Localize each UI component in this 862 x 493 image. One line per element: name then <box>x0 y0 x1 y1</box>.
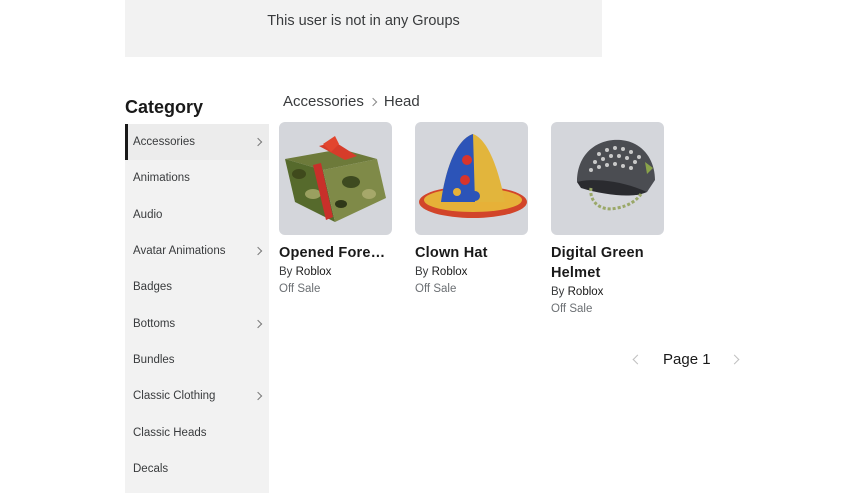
chevron-right-icon <box>368 97 378 106</box>
category-item-bottoms[interactable]: Bottoms <box>125 305 269 341</box>
item-thumbnail[interactable] <box>279 122 392 235</box>
item-name[interactable]: Clown Hat <box>415 243 528 263</box>
camo-gift-icon <box>285 136 386 222</box>
page-label: Page 1 <box>663 350 711 368</box>
category-item-label: Bundles <box>133 353 175 366</box>
category-item-classic-heads[interactable]: Classic Heads <box>125 414 269 450</box>
creator-prefix: By <box>415 266 429 278</box>
category-item-badges[interactable]: Badges <box>125 269 269 305</box>
chevron-left-icon[interactable] <box>632 354 643 364</box>
chevron-right-icon <box>253 319 263 328</box>
item-name[interactable]: Digital Green Helmet <box>551 243 664 283</box>
category-item-label: Accessories <box>133 136 195 149</box>
item-creator: By Roblox <box>551 284 664 301</box>
pagination: Page 1 <box>626 348 746 370</box>
chevron-right-icon[interactable] <box>729 354 739 364</box>
category-title: Category <box>125 97 204 117</box>
chevron-right-icon <box>253 137 263 147</box>
item-creator: By Roblox <box>279 264 392 281</box>
item-thumbnail[interactable] <box>551 122 664 235</box>
category-item-label: Badges <box>133 281 173 294</box>
category-item-label: Classic Heads <box>133 426 207 439</box>
creator-prefix: By <box>551 286 565 298</box>
category-item-avatar-animations[interactable]: Avatar Animations <box>125 233 269 269</box>
item-card[interactable]: Clown Hat By Roblox Off Sale <box>415 122 528 298</box>
category-list: Accessories Animations Audio Avatar Anim… <box>125 124 269 493</box>
category-item-label: Bottoms <box>133 317 176 330</box>
item-card[interactable]: Opened Forest Cam... By Roblox Off Sale <box>279 122 392 298</box>
item-card[interactable]: Digital Green Helmet By Roblox Off Sale <box>551 122 664 318</box>
category-item-bundles[interactable]: Bundles <box>125 342 269 378</box>
chevron-right-icon <box>253 246 263 256</box>
groups-empty-message: This user is not in any Groups <box>267 12 460 29</box>
breadcrumb-current: Head <box>383 93 420 110</box>
category-item-label: Animations <box>133 172 190 185</box>
item-price: Off Sale <box>551 303 593 315</box>
item-name[interactable]: Opened Forest Cam... <box>279 243 392 263</box>
item-price: Off Sale <box>415 283 457 295</box>
creator-link[interactable]: Roblox <box>568 286 604 298</box>
creator-link[interactable]: Roblox <box>296 266 332 278</box>
helmet-icon <box>577 139 655 211</box>
category-item-label: Audio <box>133 208 163 221</box>
breadcrumb: Accessories Head <box>283 93 420 110</box>
category-item-audio[interactable]: Audio <box>125 197 269 233</box>
category-item-accessories[interactable]: Accessories <box>125 124 269 161</box>
category-item-decals[interactable]: Decals <box>125 451 269 487</box>
item-creator: By Roblox <box>415 264 528 281</box>
creator-link[interactable]: Roblox <box>432 266 468 278</box>
category-item-classic-clothing[interactable]: Classic Clothing <box>125 378 269 414</box>
chevron-right-icon <box>253 391 263 401</box>
category-item-label: Avatar Animations <box>133 245 226 258</box>
breadcrumb-parent-link[interactable]: Accessories <box>283 93 364 110</box>
clown-hat-icon <box>419 134 527 218</box>
category-item-label: Decals <box>133 462 169 475</box>
item-price: Off Sale <box>279 283 321 295</box>
category-item-animations[interactable]: Animations <box>125 160 269 196</box>
groups-empty-panel: This user is not in any Groups <box>125 0 602 57</box>
creator-prefix: By <box>279 266 293 278</box>
category-item-label: Classic Clothing <box>133 390 216 403</box>
item-thumbnail[interactable] <box>415 122 528 235</box>
